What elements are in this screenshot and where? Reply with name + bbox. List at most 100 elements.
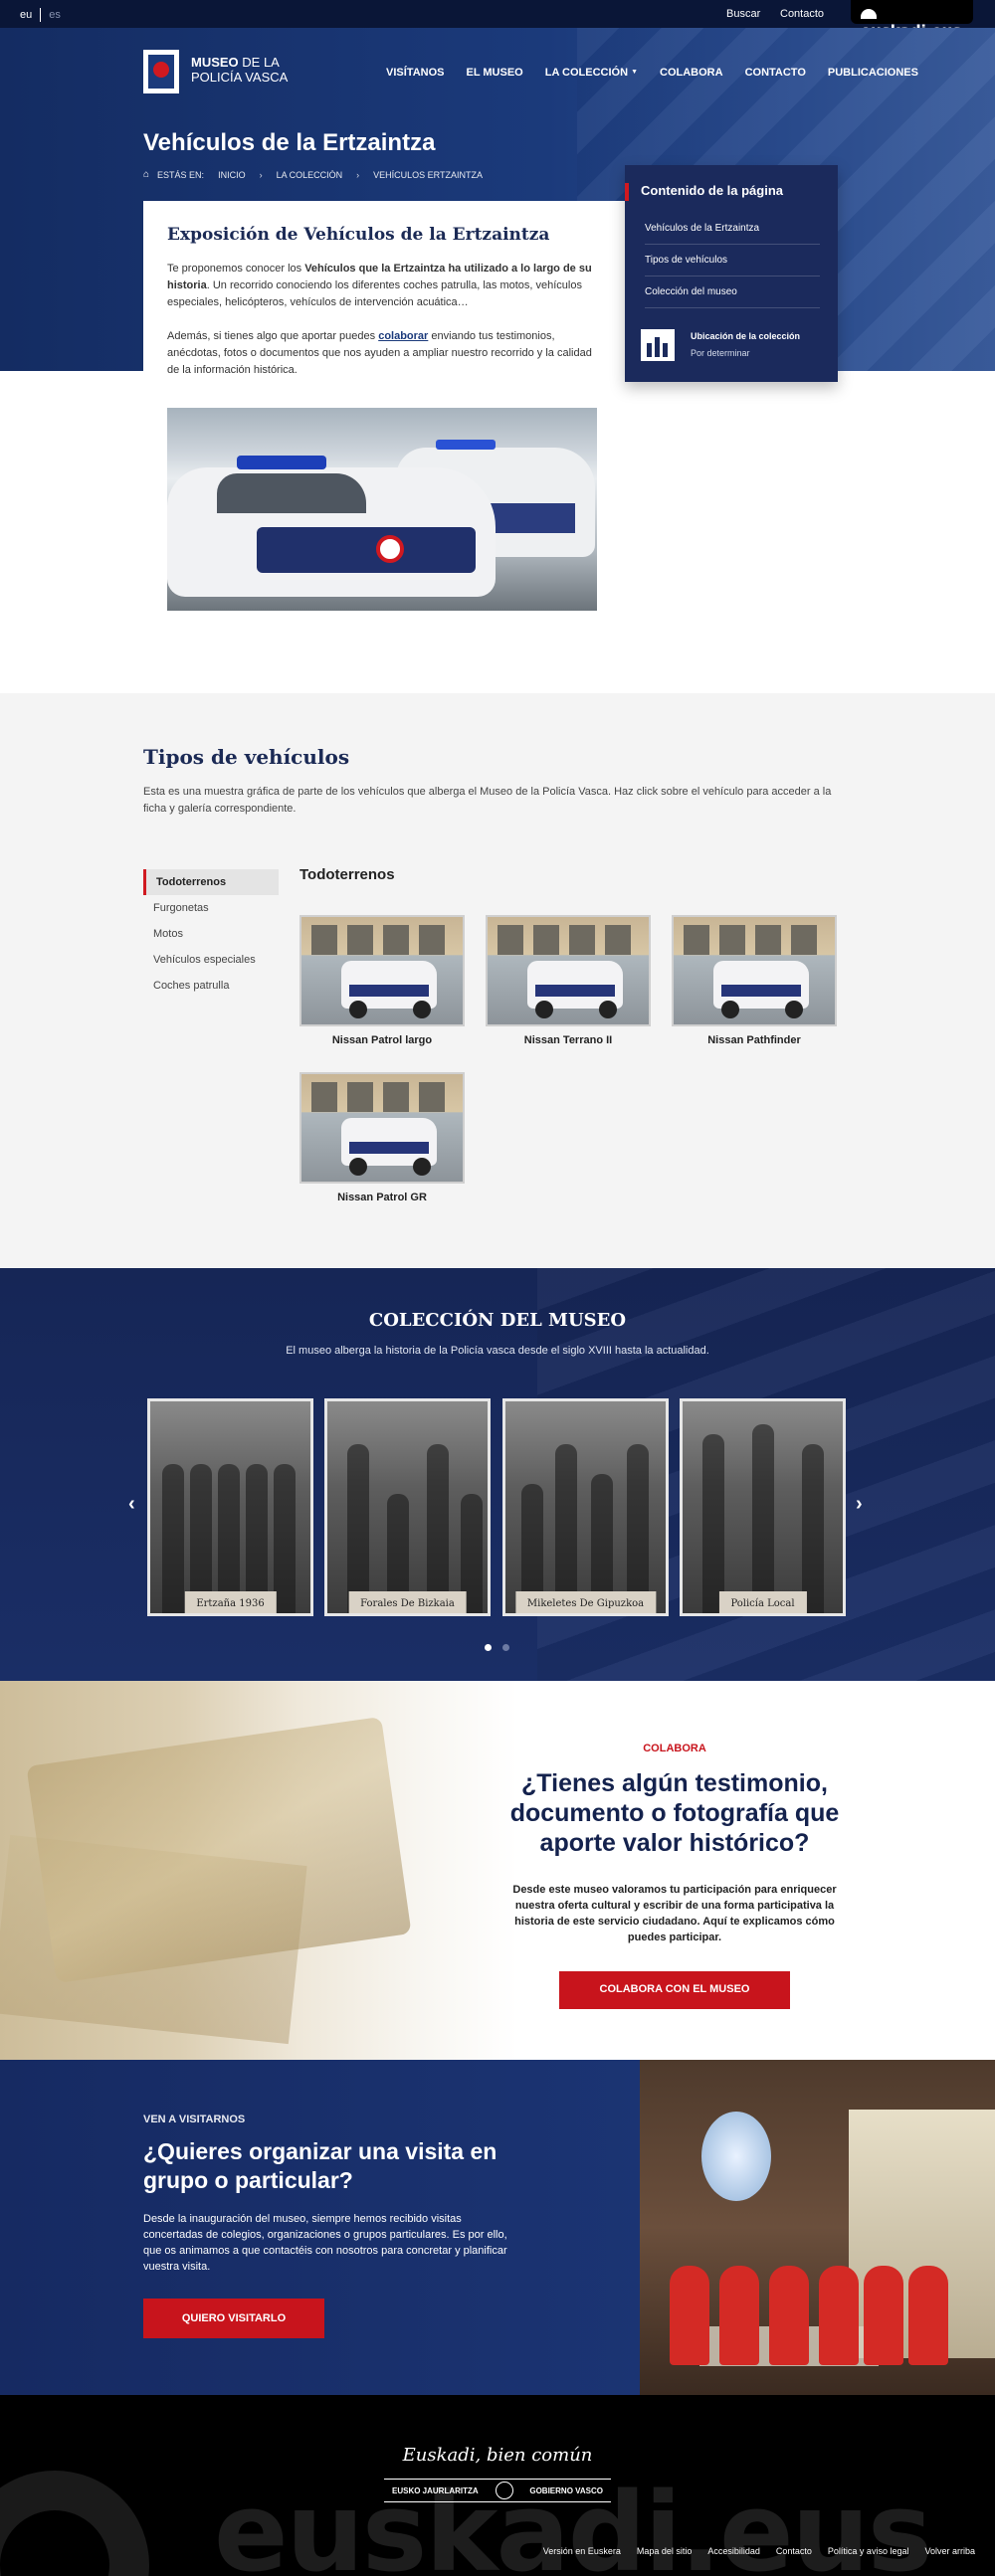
- page-contents-box: Contenido de la página Vehículos de la E…: [625, 165, 838, 382]
- colabora-button[interactable]: COLABORA CON EL MUSEO: [559, 1971, 790, 2009]
- carousel-next-icon[interactable]: ›: [856, 1493, 863, 1516]
- collection-subtitle: El museo alberga la historia de la Polic…: [286, 1345, 709, 1357]
- home-icon: ⌂: [143, 169, 150, 180]
- footer-link-legal[interactable]: Política y aviso legal: [828, 2546, 909, 2556]
- gobierno-vasco-logo[interactable]: EUSKO JAURLARITZA GOBIERNO VASCO: [384, 2479, 611, 2502]
- visit-section: VEN A VISITARNOS ¿Quieres organizar una …: [0, 2060, 640, 2395]
- menu-todoterrenos[interactable]: Todoterrenos: [143, 869, 279, 895]
- intro-paragraph-1: Te proponemos conocer los Vehículos que …: [167, 263, 592, 308]
- location-building-icon: [641, 329, 675, 361]
- visit-heading: ¿Quieres organizar una visita en grupo o…: [143, 2138, 498, 2193]
- footer-link-back-to-top[interactable]: Volver arriba: [924, 2546, 975, 2556]
- gov-right-text: GOBIERNO VASCO: [529, 2485, 603, 2495]
- footer-motto: Euskadi, bien común: [402, 2445, 593, 2466]
- vehicle-name: Nissan Terrano II: [523, 1034, 613, 1046]
- collection-card-label: Policía Local: [718, 1591, 807, 1613]
- museum-visit-photo: [640, 2060, 995, 2395]
- old-documents-image: [26, 1717, 412, 1983]
- euskadi-brand-link[interactable]: euskadi.eus: [851, 0, 973, 40]
- vehicle-photo: [299, 1072, 465, 1184]
- menu-coches-patrulla[interactable]: Coches patrulla: [143, 973, 279, 999]
- types-intro: Esta es una muestra gráfica de parte de …: [143, 786, 832, 815]
- vehicle-card[interactable]: Nissan Terrano II: [486, 915, 651, 1046]
- toc-item-tipos[interactable]: Tipos de vehículos: [645, 255, 820, 276]
- vehicle-photo: [299, 915, 465, 1026]
- breadcrumb: ⌂ ESTÁS EN: INICIO › LA COLECCIÓN › VEHÍ…: [143, 169, 497, 180]
- language-switcher: eu es: [20, 8, 69, 22]
- carousel-dot[interactable]: [502, 1644, 509, 1651]
- visit-text: Desde la inauguración del museo, siempre…: [143, 2213, 507, 2273]
- visit-button[interactable]: QUIERO VISITARLO: [143, 2299, 324, 2338]
- top-contact-link[interactable]: Contacto: [780, 8, 824, 20]
- colaborar-link[interactable]: colaborar: [378, 330, 428, 342]
- search-link[interactable]: Buscar: [726, 8, 760, 20]
- footer-links: Versión en Euskera Mapa del sitio Accesi…: [543, 2546, 975, 2556]
- toc-item-coleccion[interactable]: Colección del museo: [645, 286, 820, 308]
- carousel-prev-icon[interactable]: ‹: [128, 1493, 135, 1516]
- menu-furgonetas[interactable]: Furgonetas: [143, 895, 279, 921]
- collection-card-label: Ertzaña 1936: [184, 1591, 277, 1613]
- vehicle-type-menu: Todoterrenos Furgonetas Motos Vehículos …: [143, 869, 279, 999]
- collection-card-label: Mikeletes De Gipuzkoa: [514, 1591, 657, 1613]
- toc-item-vehiculos[interactable]: Vehículos de la Ertzaintza: [645, 223, 820, 245]
- collection-card-label: Forales De Bizkaia: [348, 1591, 467, 1613]
- vehicle-name: Nissan Patrol largo: [331, 1034, 433, 1046]
- breadcrumb-separator-icon: ›: [259, 169, 263, 180]
- nav-el-museo[interactable]: EL MUSEO: [466, 67, 522, 79]
- nav-visitanos[interactable]: VISÍTANOS: [386, 67, 444, 79]
- lang-divider: [40, 8, 42, 22]
- menu-motos[interactable]: Motos: [143, 921, 279, 947]
- breadcrumb-current: VEHÍCULOS ERTZAINTZA: [373, 169, 483, 180]
- footer-watermark-logo: [0, 2471, 149, 2576]
- intro-paragraph-2: Además, si tienes algo que aportar puede…: [167, 330, 592, 376]
- toc-title: Contenido de la página: [641, 183, 784, 198]
- nav-la-coleccion[interactable]: LA COLECCIÓN ▼: [545, 67, 638, 79]
- ertzaintza-vehicles-photo: [167, 408, 597, 611]
- vehicle-name: Nissan Patrol GR: [337, 1192, 427, 1203]
- vehicle-name: Nissan Pathfinder: [707, 1034, 801, 1046]
- top-bar: eu es Buscar Contacto euskadi.eus: [0, 0, 995, 40]
- gov-left-text: EUSKO JAURLARITZA: [392, 2485, 479, 2495]
- gov-emblem-icon: [495, 2482, 513, 2499]
- footer-link-accesibilidad[interactable]: Accesibilidad: [707, 2546, 760, 2556]
- museum-logo-icon[interactable]: [143, 50, 179, 93]
- vehicle-photo: [672, 915, 837, 1026]
- intro-card: Exposición de Vehículos de la Ertzaintza…: [143, 201, 627, 668]
- location-value: Por determinar: [691, 348, 750, 358]
- vehicle-types-section: Tipos de vehículos Esta es una muestra g…: [0, 693, 995, 1268]
- carousel-dot-active[interactable]: [485, 1644, 492, 1651]
- collection-section: COLECCIÓN DEL MUSEO El museo alberga la …: [0, 1268, 995, 1681]
- nav-contacto[interactable]: CONTACTO: [745, 67, 806, 79]
- nav-colabora[interactable]: COLABORA: [660, 67, 723, 79]
- vehicle-photo: [486, 915, 651, 1026]
- collection-card[interactable]: Policía Local: [680, 1398, 846, 1616]
- breadcrumb-coleccion[interactable]: LA COLECCIÓN: [277, 170, 343, 180]
- menu-vehiculos-especiales[interactable]: Vehículos especiales: [143, 947, 279, 973]
- museum-logo-text[interactable]: MUSEO DE LA POLICÍA VASCA: [191, 55, 300, 85]
- active-type-heading: Todoterrenos: [299, 866, 395, 883]
- lang-eu-link[interactable]: eu: [20, 9, 32, 21]
- site-footer: euskadi.eus Euskadi, bien común EUSKO JA…: [0, 2395, 995, 2576]
- vehicle-card[interactable]: Nissan Patrol largo: [299, 915, 465, 1046]
- nav-publicaciones[interactable]: PUBLICACIONES: [828, 67, 918, 79]
- breadcrumb-label: ESTÁS EN:: [157, 169, 205, 180]
- colabora-section: COLABORA ¿Tienes algún testimonio, docum…: [0, 1681, 995, 2060]
- vehicle-card[interactable]: Nissan Patrol GR: [299, 1072, 465, 1203]
- collection-card[interactable]: Ertzaña 1936: [147, 1398, 313, 1616]
- collection-card[interactable]: Mikeletes De Gipuzkoa: [502, 1398, 669, 1616]
- breadcrumb-inicio[interactable]: INICIO: [218, 170, 246, 180]
- collection-heading: COLECCIÓN DEL MUSEO: [368, 1310, 627, 1331]
- chevron-down-icon: ▼: [631, 69, 638, 76]
- nav-la-coleccion-label: LA COLECCIÓN: [544, 67, 629, 79]
- collection-card[interactable]: Forales De Bizkaia: [324, 1398, 491, 1616]
- footer-link-euskera[interactable]: Versión en Euskera: [543, 2546, 621, 2556]
- colabora-kicker: COLABORA: [643, 1743, 706, 1754]
- visit-kicker: VEN A VISITARNOS: [143, 2114, 246, 2125]
- main-navigation: VISÍTANOS EL MUSEO LA COLECCIÓN ▼ COLABOR…: [386, 67, 940, 79]
- lang-es-link[interactable]: es: [49, 9, 61, 21]
- toc-accent-bar: [625, 183, 629, 201]
- vehicle-card[interactable]: Nissan Pathfinder: [672, 915, 837, 1046]
- footer-link-sitemap[interactable]: Mapa del sitio: [637, 2546, 693, 2556]
- footer-link-contacto[interactable]: Contacto: [776, 2546, 812, 2556]
- euskadi-logo-icon: [861, 9, 877, 19]
